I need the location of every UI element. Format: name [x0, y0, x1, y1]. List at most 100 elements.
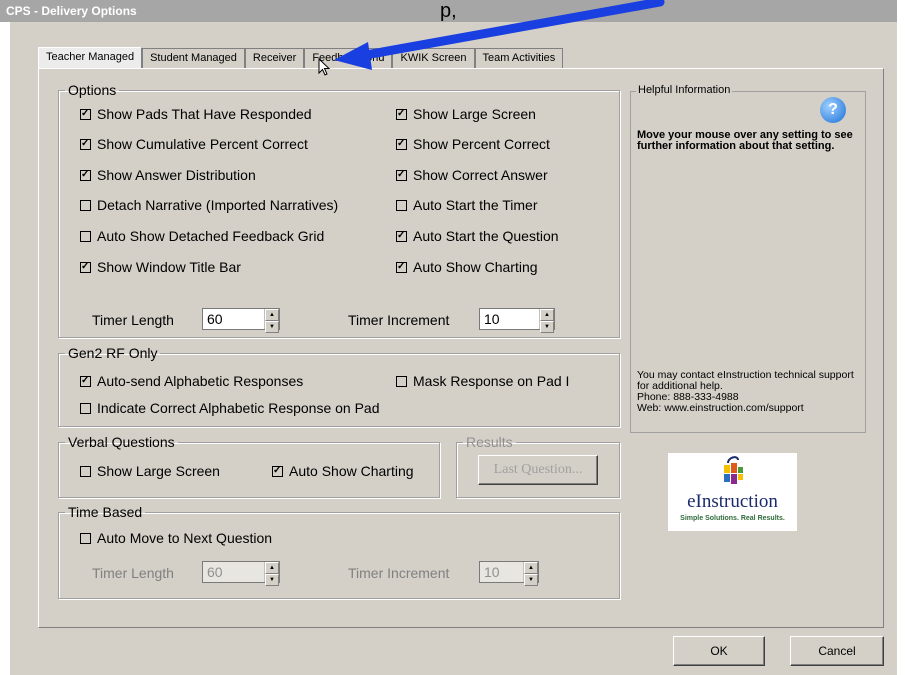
- checkbox-window-title-bar[interactable]: Show Window Title Bar: [80, 259, 241, 275]
- help-contact: You may contact eInstruction technical s…: [637, 370, 863, 414]
- timer-increment-label: Timer Increment: [348, 312, 450, 328]
- checkbox-label: Show Percent Correct: [413, 136, 550, 152]
- left-border: [0, 22, 10, 675]
- logo-tagline: Simple Solutions. Real Results.: [680, 515, 785, 522]
- spin-up-icon[interactable]: ▲: [265, 309, 279, 321]
- help-text: Move your mouse over any setting to see …: [637, 129, 853, 152]
- spinner-arrows[interactable]: ▲ ▼: [523, 562, 538, 586]
- checkbox-detach-narrative[interactable]: Detach Narrative (Imported Narratives): [80, 197, 338, 213]
- checkbox-label: Show Cumulative Percent Correct: [97, 136, 308, 152]
- checkbox-label: Auto Show Charting: [289, 463, 414, 479]
- checkbox-label: Auto Show Detached Feedback Grid: [97, 228, 325, 244]
- checkbox-cumulative-percent[interactable]: Show Cumulative Percent Correct: [80, 136, 308, 152]
- help-title: Helpful Information: [636, 84, 733, 96]
- last-question-button[interactable]: Last Question...: [478, 455, 598, 485]
- checkbox-auto-send-alphabetic[interactable]: Auto-send Alphabetic Responses: [80, 373, 303, 389]
- tb-timer-length-value[interactable]: 60: [203, 562, 264, 582]
- checkbox-box[interactable]: [80, 261, 91, 273]
- checkbox-verbal-charting[interactable]: Auto Show Charting: [272, 463, 414, 479]
- tb-timer-increment-label: Timer Increment: [348, 565, 450, 581]
- checkbox-box[interactable]: [80, 199, 91, 211]
- tab-receiver[interactable]: Receiver: [244, 48, 305, 68]
- checkbox-label: Mask Response on Pad I: [413, 373, 570, 389]
- checkbox-box[interactable]: [80, 532, 91, 544]
- checkbox-box[interactable]: [396, 199, 407, 211]
- tb-timer-increment-spinner[interactable]: 10 ▲ ▼: [479, 561, 539, 586]
- checkbox-box[interactable]: [396, 230, 407, 242]
- checkbox-large-screen[interactable]: Show Large Screen: [396, 106, 536, 122]
- timer-length-label: Timer Length: [92, 312, 174, 328]
- checkbox-box[interactable]: [80, 108, 91, 120]
- checkbox-box[interactable]: [396, 138, 407, 150]
- checkbox-auto-show-charting[interactable]: Auto Show Charting: [396, 259, 538, 275]
- checkbox-correct-answer[interactable]: Show Correct Answer: [396, 167, 548, 183]
- checkbox-box[interactable]: [396, 261, 407, 273]
- right-border: [897, 0, 905, 675]
- timer-length-value[interactable]: 60: [203, 309, 264, 329]
- checkbox-box[interactable]: [80, 465, 91, 477]
- spin-up-icon[interactable]: ▲: [265, 562, 279, 574]
- tab-strip: Teacher Managed Student Managed Receiver…: [38, 47, 564, 68]
- tb-timer-increment-value[interactable]: 10: [480, 562, 523, 582]
- tab-teacher-managed[interactable]: Teacher Managed: [38, 47, 143, 68]
- tab-team-activities[interactable]: Team Activities: [474, 48, 564, 68]
- spin-up-icon[interactable]: ▲: [524, 562, 538, 574]
- checkbox-box[interactable]: [80, 138, 91, 150]
- tb-timer-length-spinner[interactable]: 60 ▲ ▼: [202, 561, 280, 586]
- checkbox-show-pads[interactable]: Show Pads That Have Responded: [80, 106, 312, 122]
- verbal-legend: Verbal Questions: [68, 434, 175, 450]
- checkbox-box[interactable]: [80, 230, 91, 242]
- checkbox-box[interactable]: [80, 169, 91, 181]
- tab-kwik-screen[interactable]: KWIK Screen: [392, 48, 475, 68]
- spinner-arrows[interactable]: ▲ ▼: [264, 309, 279, 333]
- checkbox-verbal-large-screen[interactable]: Show Large Screen: [80, 463, 220, 479]
- checkbox-label: Show Large Screen: [413, 106, 536, 122]
- delivery-options-window: CPS - Delivery Options p, Teacher Manage…: [0, 0, 905, 675]
- checkbox-label: Show Window Title Bar: [97, 259, 241, 275]
- einstruction-logo: eInstruction Simple Solutions. Real Resu…: [668, 453, 797, 531]
- logo-mark-icon: [724, 456, 743, 484]
- checkbox-label: Show Correct Answer: [413, 167, 548, 183]
- help-question-icon: ?: [820, 97, 846, 123]
- cancel-button[interactable]: Cancel: [790, 636, 884, 666]
- spin-down-icon[interactable]: ▼: [540, 321, 554, 333]
- checkbox-label: Auto Start the Timer: [413, 197, 538, 213]
- spin-down-icon[interactable]: ▼: [265, 574, 279, 586]
- checkbox-mask-response[interactable]: Mask Response on Pad I: [396, 373, 569, 389]
- checkbox-indicate-correct[interactable]: Indicate Correct Alphabetic Response on …: [80, 400, 380, 416]
- gen2-legend: Gen2 RF Only: [68, 345, 158, 361]
- overlay-text: p,: [440, 0, 457, 22]
- mouse-cursor-icon: [318, 58, 331, 76]
- checkbox-label: Show Pads That Have Responded: [97, 106, 312, 122]
- checkbox-box[interactable]: [272, 465, 283, 477]
- checkbox-box[interactable]: [80, 402, 91, 414]
- checkbox-box[interactable]: [80, 375, 91, 387]
- help-contact-line: You may contact eInstruction technical s…: [637, 369, 854, 392]
- checkbox-label: Show Large Screen: [97, 463, 220, 479]
- checkbox-label: Auto-send Alphabetic Responses: [97, 373, 304, 389]
- spinner-arrows[interactable]: ▲ ▼: [539, 309, 554, 333]
- checkbox-box[interactable]: [396, 169, 407, 181]
- timer-length-spinner[interactable]: 60 ▲ ▼: [202, 308, 280, 333]
- spin-down-icon[interactable]: ▼: [524, 574, 538, 586]
- checkbox-auto-show-feedback[interactable]: Auto Show Detached Feedback Grid: [80, 228, 324, 244]
- checkbox-auto-move-next[interactable]: Auto Move to Next Question: [80, 530, 272, 546]
- spin-up-icon[interactable]: ▲: [540, 309, 554, 321]
- options-legend: Options: [68, 82, 117, 98]
- timer-increment-spinner[interactable]: 10 ▲ ▼: [479, 308, 555, 333]
- ok-button[interactable]: OK: [673, 636, 765, 666]
- checkbox-label: Auto Show Charting: [413, 259, 538, 275]
- timer-increment-value[interactable]: 10: [480, 309, 539, 329]
- checkbox-box[interactable]: [396, 108, 407, 120]
- spin-down-icon[interactable]: ▼: [265, 321, 279, 333]
- checkbox-box[interactable]: [396, 375, 407, 387]
- checkbox-auto-start-timer[interactable]: Auto Start the Timer: [396, 197, 538, 213]
- checkbox-auto-start-question[interactable]: Auto Start the Question: [396, 228, 559, 244]
- checkbox-label: Show Answer Distribution: [97, 167, 256, 183]
- time-based-legend: Time Based: [68, 504, 143, 520]
- tab-student-managed[interactable]: Student Managed: [142, 48, 245, 68]
- checkbox-answer-distribution[interactable]: Show Answer Distribution: [80, 167, 256, 183]
- checkbox-percent-correct[interactable]: Show Percent Correct: [396, 136, 550, 152]
- spinner-arrows[interactable]: ▲ ▼: [264, 562, 279, 586]
- help-contact-web: Web: www.einstruction.com/support: [637, 402, 804, 414]
